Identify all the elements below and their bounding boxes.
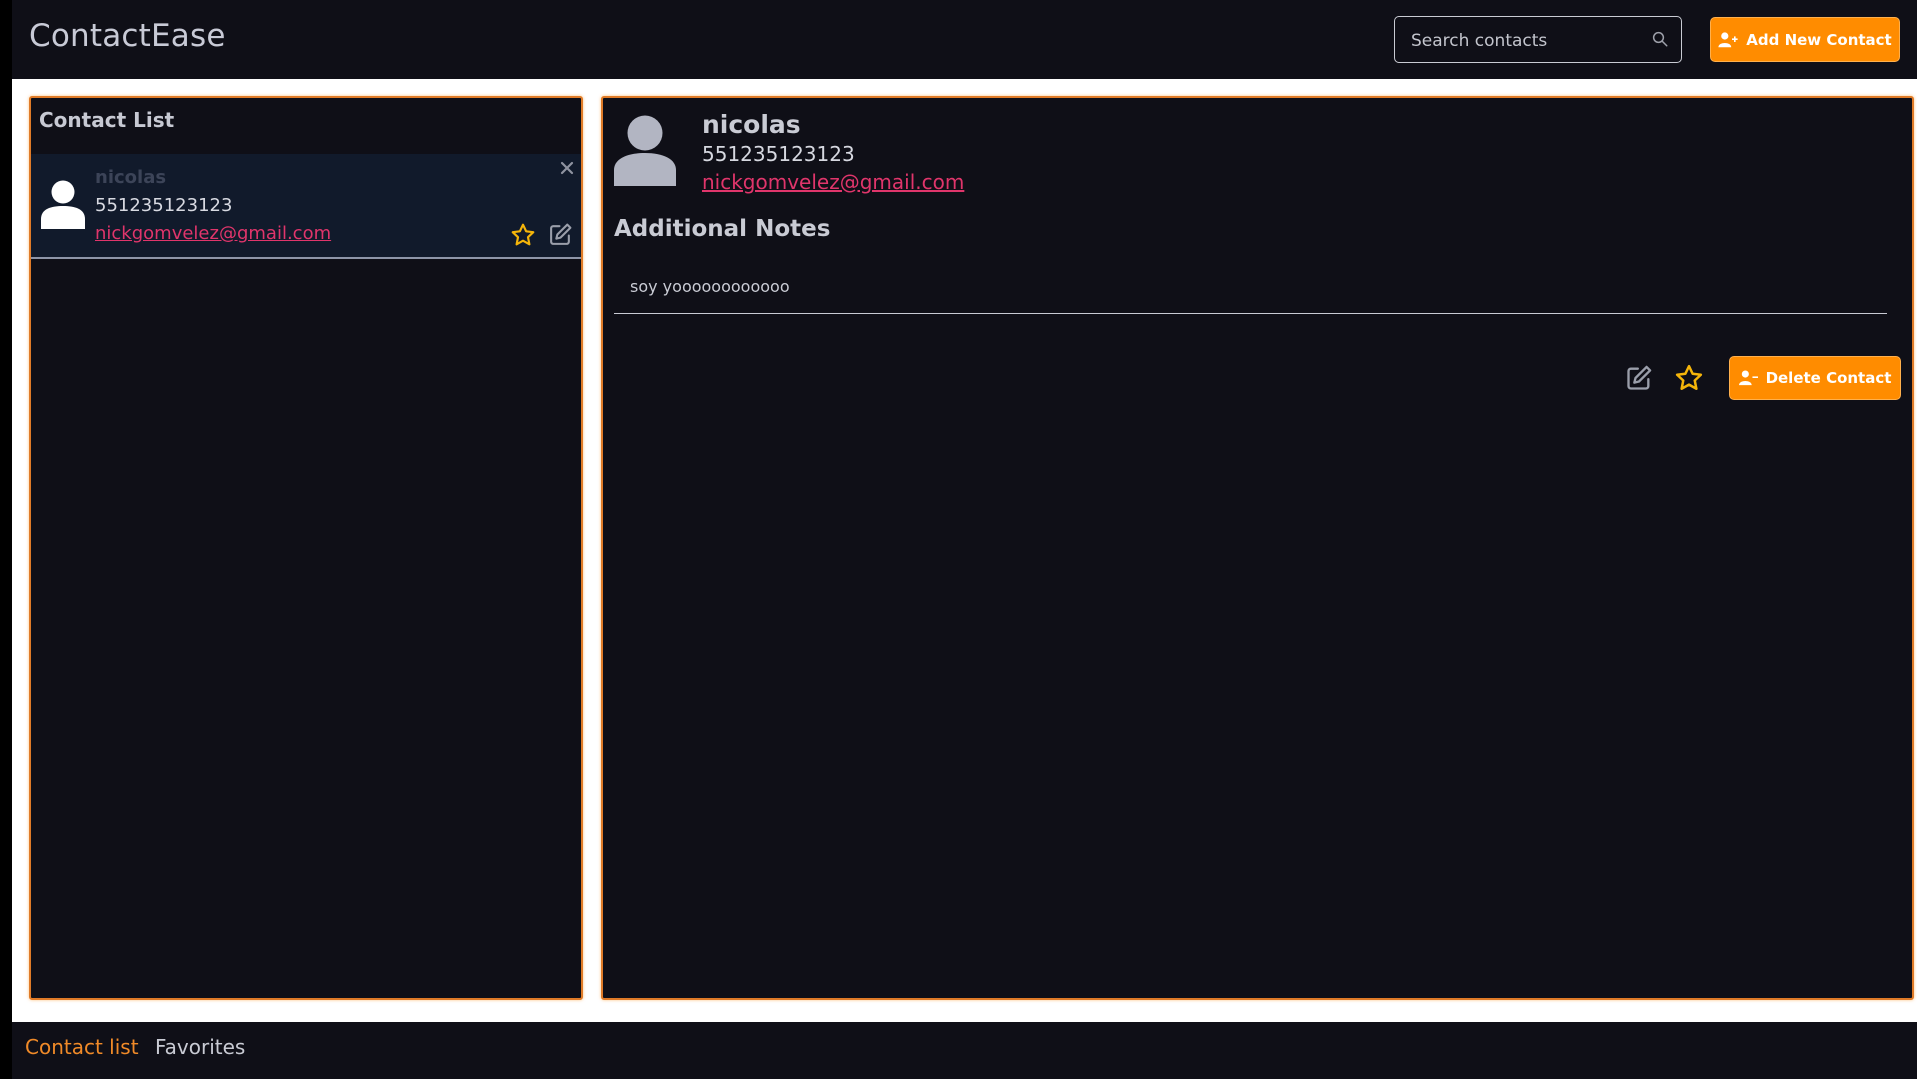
search-box[interactable] [1394,16,1682,64]
list-item[interactable]: nicolas 551235123123 nickgomvelez@gmail.… [31,154,581,259]
app-window: ContactEase Add New Contact Contact List [12,0,1917,1079]
top-bar: ContactEase Add New Contact [12,0,1917,79]
search-icon[interactable] [1651,30,1669,48]
tab-contact-list[interactable]: Contact list [25,1035,139,1059]
detail-phone: 551235123123 [702,142,855,166]
edit-icon[interactable] [548,222,573,247]
remove-user-icon [1738,370,1758,386]
delete-contact-label: Delete Contact [1765,369,1892,387]
edit-icon[interactable] [1625,364,1653,392]
notes-text[interactable]: soy yoooooooooooo [630,277,790,296]
detail-name: nicolas [702,110,801,139]
star-icon[interactable] [510,222,536,248]
contact-name: nicolas [95,167,167,188]
app-title: ContactEase [29,18,226,54]
search-input[interactable] [1395,17,1653,64]
contact-list-title: Contact List [39,108,175,132]
delete-contact-button[interactable]: Delete Contact [1729,356,1901,400]
detail-email-link[interactable]: nickgomvelez@gmail.com [702,170,964,194]
contact-email-link[interactable]: nickgomvelez@gmail.com [95,223,331,244]
close-icon[interactable] [559,160,575,176]
avatar-icon [614,115,676,186]
contact-list-panel: Contact List nicolas 551235123123 nickgo… [29,96,583,1000]
tab-favorites[interactable]: Favorites [155,1035,245,1059]
notes-heading: Additional Notes [614,216,831,242]
notes-divider [614,313,1887,314]
avatar-icon [41,180,85,229]
add-contact-label: Add New Contact [1746,30,1892,49]
contact-detail-panel: nicolas 551235123123 nickgomvelez@gmail.… [601,96,1914,1000]
contact-phone: 551235123123 [95,195,233,216]
add-contact-button[interactable]: Add New Contact [1710,17,1900,62]
star-icon[interactable] [1674,363,1704,393]
add-user-icon [1718,31,1738,47]
bottom-nav: Contact list Favorites [12,1022,1917,1079]
